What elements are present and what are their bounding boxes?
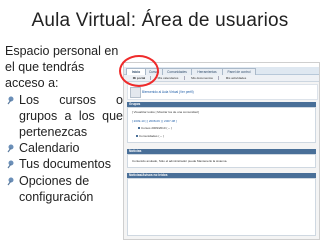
bullet-text: Calendario [19,141,80,156]
tab-comunidades[interactable]: Comunidades [162,68,192,75]
bullet-text: Los cursos o grupos a los que pertenezca… [19,92,123,140]
bullet-text: Opciones de configuración [19,173,94,204]
pin-bullet-icon [7,160,14,169]
avatar [130,87,141,98]
bullet-text: Tus documentos [19,157,111,172]
bullet-list: Los cursos o grupos a los que pertenezca… [5,92,123,205]
subtab-mis-actividades[interactable]: Mis actividades [222,75,250,81]
bullet-item: Los cursos o grupos a los que pertenezca… [5,92,123,141]
groups-links[interactable]: [ Visualizar todos | Mostrar los de una … [132,110,199,114]
pin-bullet-icon [7,177,14,185]
tab-herramientas[interactable]: Herramientas [191,68,223,75]
bullet-item: Opciones de configuración [5,173,123,205]
bullet-item: Calendario [5,140,123,156]
course-item[interactable]: Cursos 2009/2010 ( -- ) [138,126,172,130]
tab-panel-de-control[interactable]: Panel de control [222,68,256,75]
intro-line: acceso a: [5,76,59,91]
slide-body: Espacio personal en el que tendrás acces… [5,43,123,205]
groups-panel: [ Visualizar todos | Mostrar los de una … [127,107,316,143]
subtab-mis-documentos[interactable]: Mis documentos [188,75,216,81]
bullet-dot-icon [136,135,138,138]
pin-bullet-icon [7,144,14,153]
bullet-item: Tus documentos [5,156,123,172]
unread-news-panel [127,178,316,236]
subtab-divider [184,76,185,80]
slide-title: Aula Virtual: Área de usuarios [31,10,289,31]
subtab-mis-calendarios[interactable]: Mis calendarios [154,75,182,81]
pin-bullet-icon [7,96,14,104]
news-panel: Contenido anulado, Sólo el administrador… [127,154,316,168]
bullet-dot-icon [138,127,140,130]
news-text: Contenido anulado, Sólo el administrador… [132,159,228,163]
subtab-divider [218,76,219,80]
community-item[interactable]: Comunidades ( -- ) [136,134,164,138]
welcome-text[interactable]: Bienvenido al Aula Virtual (Ver perfil) [142,90,194,94]
intro-line: el que tendrás [5,60,85,75]
years-links[interactable]: [ 2009-10 ] [ 2008-09 ] [ 2007-08 ] [132,119,177,123]
intro-line: Espacio personal en [5,44,119,58]
aula-virtual-screenshot: Inicio Cursos Comunidades Herramientas P… [123,62,320,240]
user-welcome-block: Bienvenido al Aula Virtual (Ver perfil) [127,84,318,100]
highlight-circle [119,55,159,87]
